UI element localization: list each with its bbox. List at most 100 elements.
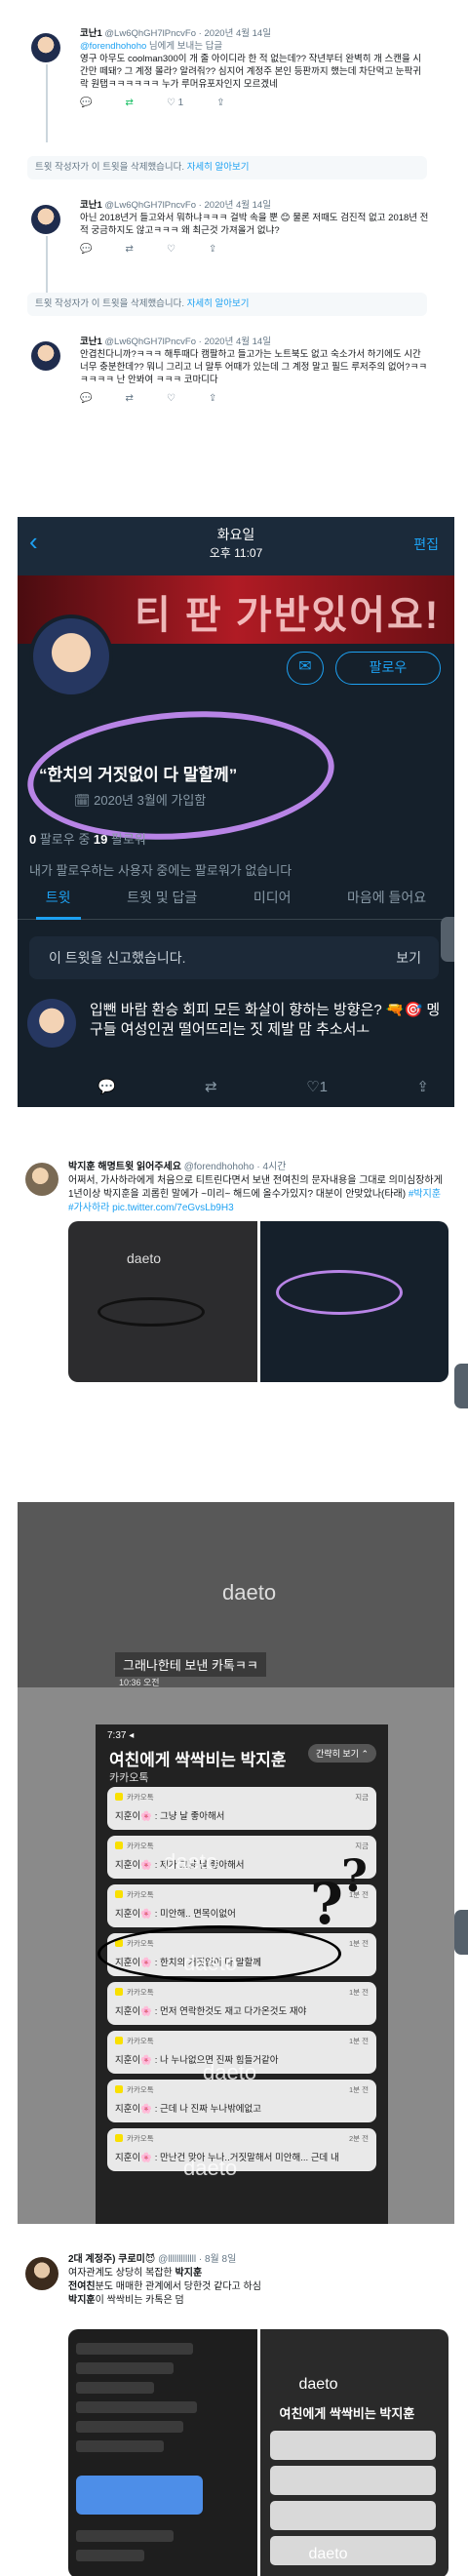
retweet-icon[interactable]: ⇄ (125, 243, 133, 256)
tab-tweets[interactable]: 트윗 (35, 888, 81, 920)
notification-app: 카카오톡 (127, 2037, 154, 2045)
image-profile-preview[interactable] (259, 1221, 448, 1382)
author-name[interactable]: 코난1 (80, 200, 102, 211)
chat-bubble-blue (76, 2476, 203, 2515)
attached-images[interactable]: daeto 여친에게 싹싹비는 박지훈 daeto (68, 2329, 448, 2576)
profile-avatar[interactable] (29, 614, 113, 698)
author-name[interactable]: 박지훈 해명트윗 읽어주세요 (68, 1162, 181, 1172)
tweet-body: 2대 계정주) 쿠로미😈 @lllllllllllll · 8월 8일 여자관계… (68, 2253, 448, 2308)
notification (269, 2431, 436, 2460)
edit-button[interactable]: 편집 (413, 535, 439, 554)
screenshot-title: 여친에게 싹싹비는 박지훈 (279, 2406, 415, 2421)
message-button[interactable]: ✉ (287, 652, 324, 685)
reply-mention[interactable]: @forendhohoho (80, 41, 146, 52)
author-handle[interactable]: @lllllllllllll (158, 2254, 196, 2265)
tab-tweets-replies[interactable]: 트윗 및 답글 (127, 888, 197, 907)
author-name[interactable]: 코난1 (80, 28, 102, 39)
tweet-line-bold: 박지훈 (175, 2268, 203, 2279)
reported-text: 이 트윗을 신고했습니다. (49, 950, 186, 966)
reply-icon[interactable]: 💬 (80, 97, 92, 109)
like-icon[interactable]: ♡1 (306, 1078, 328, 1095)
share-icon[interactable]: ⇪ (209, 392, 216, 405)
join-date: 🗓 2020년 3월에 가입함 (74, 790, 206, 809)
notification (269, 2501, 436, 2530)
tweet-date[interactable]: · 8월 8일 (199, 2254, 236, 2265)
learn-more-link[interactable]: 자세히 알아보기 (187, 298, 250, 309)
avatar[interactable] (25, 2257, 58, 2290)
tweet-actions: 💬 ⇄ ♡ ⇪ (80, 243, 429, 256)
avatar[interactable] (31, 341, 60, 371)
notification-app: 카카오톡 (127, 2085, 154, 2094)
tweet-date[interactable]: · 4시간 (256, 1162, 286, 1172)
share-icon[interactable]: ⇪ (416, 1078, 429, 1095)
tweet-line: 이 싹싹비는 카톡은 덤 (95, 2295, 184, 2306)
tweet-actions: 💬 ⇄ ♡1 ⇪ (98, 1078, 429, 1095)
notification[interactable]: 카카오톡 1분 전 지훈이🌸 : 먼저 연락한것도 재고 다가온것도 재야 (107, 1982, 376, 2025)
header-day: 화요일 (216, 527, 255, 542)
highlight-oval (98, 1297, 205, 1327)
pic-link[interactable]: pic.twitter.com/7eGvsLb9H3 (109, 1203, 234, 1213)
scroll-handle[interactable] (441, 917, 454, 962)
author-handle[interactable]: @Lw6QhGH7lPncvFo (104, 200, 196, 211)
author-handle[interactable]: @Lw6QhGH7lPncvFo (104, 28, 196, 39)
like-icon[interactable]: ♡ 1 (167, 97, 183, 109)
thread-line (46, 236, 48, 293)
follow-counts[interactable]: 0 팔로우 중 19 팔로워 (29, 829, 146, 848)
tab-media[interactable]: 미디어 (254, 888, 292, 907)
watermark: daeto (308, 2546, 348, 2562)
image-chat[interactable] (68, 2329, 257, 2576)
kakao-icon (115, 2085, 123, 2093)
reply-icon[interactable]: 💬 (80, 243, 92, 256)
tweet-date[interactable]: · 2020년 4월 14일 (199, 337, 271, 347)
image-notifications[interactable]: daeto 여친에게 싹싹비는 박지훈 daeto (259, 2329, 448, 2576)
watermark: daeto (298, 2376, 338, 2393)
header-time: 오후 11:07 (209, 546, 263, 560)
reply-icon[interactable]: 💬 (80, 392, 92, 405)
author-name[interactable]: 2대 계정주) 쿠로미😈 (68, 2254, 155, 2265)
author-handle[interactable]: @forendhohoho (184, 1162, 254, 1172)
back-icon[interactable]: ‹ (29, 527, 38, 557)
share-icon[interactable]: ⇪ (216, 97, 224, 109)
notification[interactable]: 카카오톡 2분 전 지훈이🌸 : 만난건 맞아 누나..거짓말해서 미안해...… (107, 2128, 376, 2171)
notification-time: 1분 전 (348, 1939, 369, 1948)
retweet-icon[interactable]: ⇄ (125, 97, 133, 109)
learn-more-link[interactable]: 자세히 알아보기 (187, 162, 250, 173)
avatar[interactable] (27, 999, 76, 1048)
collapse-button[interactable]: 간략히 보기 ⌃ (308, 1744, 376, 1763)
screenshot-title: 여친에게 싹싹비는 박지훈 (109, 1751, 287, 1769)
attached-images[interactable]: daeto (68, 1221, 448, 1382)
scroll-handle[interactable] (454, 1364, 468, 1408)
scroll-handle[interactable] (454, 1910, 468, 1955)
reply-icon[interactable]: 💬 (98, 1078, 116, 1095)
image-kakao-preview[interactable]: daeto (68, 1221, 257, 1382)
page: 코난1 @Lw6QhGH7lPncvFo · 2020년 4월 14일 @for… (0, 0, 468, 2576)
retweet-icon[interactable]: ⇄ (205, 1078, 217, 1095)
tab-likes[interactable]: 마음에 들어요 (347, 888, 426, 907)
tweet-body: 코난1 @Lw6QhGH7lPncvFo · 2020년 4월 14일 @for… (80, 27, 429, 109)
tweet-date[interactable]: · 2020년 4월 14일 (199, 200, 271, 211)
notification-message: 지훈이🌸 : 미안해.. 면목이없어 (115, 1909, 236, 1920)
profile-screenshot: ‹ 화요일 오후 11:07 편집 티 판 가반있어요! ✉ 팔로우 “한치의 … (18, 517, 454, 1107)
share-icon[interactable]: ⇪ (209, 243, 216, 256)
author-handle[interactable]: @Lw6QhGH7lPncvFo (104, 337, 196, 347)
tweet-body: 코난1 @Lw6QhGH7lPncvFo · 2020년 4월 14일 안겹친다… (80, 336, 429, 405)
no-followers-note: 내가 팔로우하는 사용자 중에는 팔로워가 없습니다 (29, 863, 292, 878)
author-name[interactable]: 코난1 (80, 337, 102, 347)
tweet-body: 코난1 @Lw6QhGH7lPncvFo · 2020년 4월 14일 아닌 2… (80, 199, 429, 256)
banner-text: 티 판 가반있어요! (135, 594, 441, 637)
chat-line (76, 2421, 183, 2433)
view-button[interactable]: 보기 (396, 936, 421, 979)
avatar[interactable] (25, 1163, 58, 1196)
tweet-date[interactable]: · 2020년 4월 14일 (199, 28, 271, 39)
kakao-icon (115, 1793, 123, 1801)
retweet-icon[interactable]: ⇄ (125, 392, 133, 405)
like-icon[interactable]: ♡ (167, 243, 176, 256)
calendar-icon: 🗓 (74, 793, 91, 808)
thread-line (46, 64, 48, 142)
avatar[interactable] (31, 33, 60, 62)
avatar[interactable] (31, 205, 60, 234)
follow-button[interactable]: 팔로우 (335, 652, 441, 685)
notification[interactable]: 카카오톡 1분 전 지훈이🌸 : 근데 나 진짜 누나밖에없고 (107, 2080, 376, 2122)
notification[interactable]: 카카오톡 지금 지훈이🌸 : 그냥 날 좋아해서 (107, 1787, 376, 1830)
like-icon[interactable]: ♡ (167, 392, 176, 405)
